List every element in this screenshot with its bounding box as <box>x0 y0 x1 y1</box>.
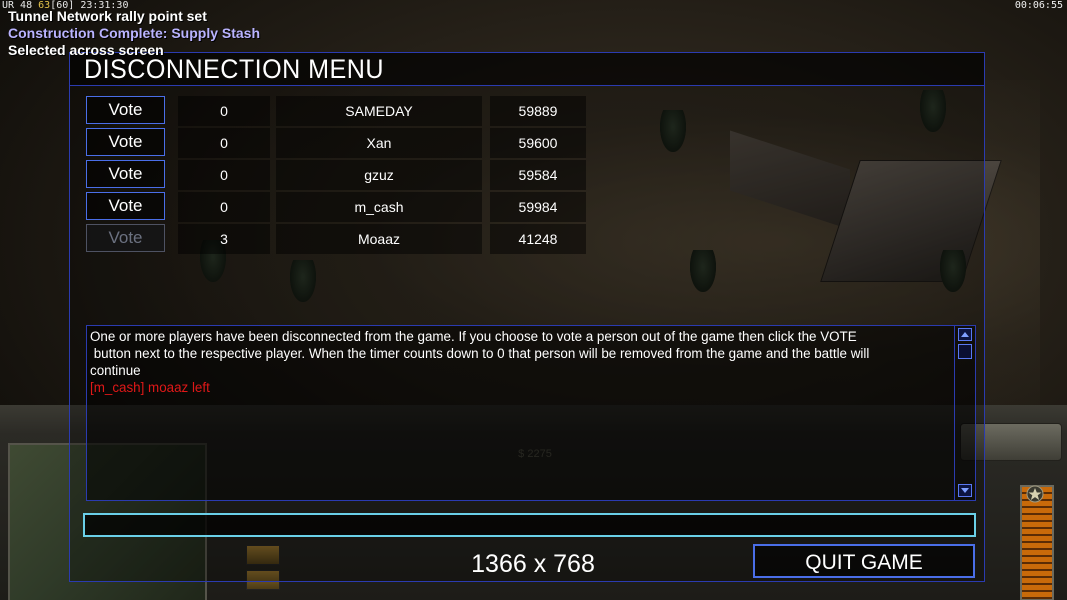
player-timer: 59984 <box>490 192 586 222</box>
star-icon <box>1026 485 1044 503</box>
vote-count: 0 <box>178 160 270 190</box>
vote-button[interactable]: Vote <box>86 160 165 188</box>
fps-limit: [60] <box>50 0 75 11</box>
player-timer: 59584 <box>490 160 586 190</box>
vote-button-disabled: Vote <box>86 224 165 252</box>
player-timer: 59889 <box>490 96 586 126</box>
message-line: Construction Complete: Supply Stash <box>8 25 261 41</box>
chat-input[interactable] <box>83 513 976 537</box>
log-line: [m_cash] moaaz left <box>90 380 210 395</box>
scroll-thumb[interactable] <box>958 344 972 359</box>
system-time: 23:31:30 <box>80 0 129 11</box>
arrow-up-icon <box>961 332 969 337</box>
player-name: Xan <box>276 128 482 158</box>
quit-game-button[interactable]: QUIT GAME <box>753 544 975 578</box>
scrollbar[interactable] <box>954 326 975 500</box>
system-bar: UR 48 63[60] 23:31:30 <box>2 0 128 12</box>
vote-count: 0 <box>178 96 270 126</box>
info-message-box[interactable]: One or more players have been disconnect… <box>86 325 976 501</box>
game-clock: 00:06:55 <box>1014 0 1063 11</box>
player-name: SAMEDAY <box>276 96 482 126</box>
vote-count: 0 <box>178 192 270 222</box>
vote-count: 0 <box>178 128 270 158</box>
arrow-down-icon <box>961 488 969 493</box>
vote-button[interactable]: Vote <box>86 128 165 156</box>
disconnection-dialog: DISCONNECTION MENU Vote 0 SAMEDAY 59889 … <box>69 52 985 582</box>
resolution-label: 1366 x 768 <box>471 550 595 578</box>
scroll-down-button[interactable] <box>958 484 972 497</box>
vote-count: 3 <box>178 224 270 254</box>
scroll-up-button[interactable] <box>958 328 972 341</box>
vote-button[interactable]: Vote <box>86 192 165 220</box>
player-timer: 41248 <box>490 224 586 254</box>
message-line: Selected across screen <box>8 42 164 58</box>
message-log: Tunnel Network rally point set Construct… <box>8 8 260 59</box>
info-text: One or more players have been disconnect… <box>90 328 955 396</box>
info-line: One or more players have been disconnect… <box>90 329 857 344</box>
fps-value: 63 <box>38 0 51 11</box>
info-line: continue <box>90 363 141 378</box>
vote-button[interactable]: Vote <box>86 96 165 124</box>
system-prefix: UR 48 <box>2 0 33 11</box>
info-line: button next to the respective player. Wh… <box>90 346 870 361</box>
player-name: Moaaz <box>276 224 482 254</box>
player-timer: 59600 <box>490 128 586 158</box>
player-name: gzuz <box>276 160 482 190</box>
player-name: m_cash <box>276 192 482 222</box>
